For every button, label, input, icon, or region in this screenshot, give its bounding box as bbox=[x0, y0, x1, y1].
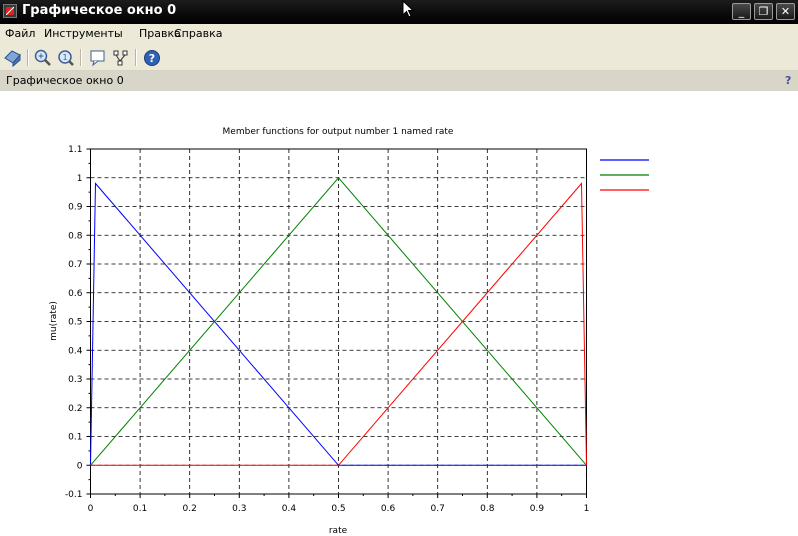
y-tick-label: 0.6 bbox=[68, 289, 83, 299]
mouse-cursor-icon bbox=[402, 0, 415, 18]
menu-tools[interactable]: Инструменты bbox=[44, 27, 123, 40]
rotate-icon[interactable] bbox=[3, 48, 23, 68]
zoom-out-icon[interactable]: 1 bbox=[56, 48, 76, 68]
svg-text:1: 1 bbox=[62, 53, 67, 62]
x-tick-label: 0.1 bbox=[133, 504, 147, 514]
y-tick-label: 0.8 bbox=[68, 231, 83, 241]
x-tick-label: 0.9 bbox=[530, 504, 545, 514]
menu-file[interactable]: Файл bbox=[5, 27, 35, 40]
y-tick-label: -0.1 bbox=[65, 490, 83, 500]
edit-axes-icon[interactable] bbox=[111, 48, 131, 68]
plot-canvas[interactable]: -0.1 0 0.1 0.2 0.3 0.4 0.5 0.6 0.7 0.8 0.9 1 1.1 0 0.1… bbox=[0, 92, 798, 536]
x-axis-label: rate bbox=[329, 526, 348, 536]
window-title: Графическое окно 0 bbox=[22, 3, 177, 18]
y-tick-label: 0.9 bbox=[68, 203, 83, 213]
y-tick-label: 0 bbox=[77, 461, 83, 471]
x-tick-label: 0.8 bbox=[480, 504, 495, 514]
close-button[interactable]: ✕ bbox=[776, 3, 795, 20]
y-tick-label: 0.7 bbox=[68, 260, 82, 270]
restore-button[interactable]: ❐ bbox=[754, 3, 773, 20]
toolbar-separator bbox=[27, 49, 29, 66]
menu-help[interactable]: Справка bbox=[174, 27, 222, 40]
y-tick-label: 1 bbox=[77, 174, 83, 184]
x-tick-label: 0.2 bbox=[183, 504, 197, 514]
y-tick-label: 0.1 bbox=[68, 433, 82, 443]
datatip-icon[interactable] bbox=[88, 48, 108, 68]
help-icon[interactable]: ? bbox=[142, 48, 162, 68]
window-titlebar[interactable]: Графическое окно 0 _ ❐ ✕ bbox=[0, 0, 798, 24]
x-tick-label: 0 bbox=[88, 504, 94, 514]
scilab-app-icon bbox=[3, 4, 17, 18]
chart-title: Member functions for output number 1 nam… bbox=[223, 127, 454, 137]
zoom-in-icon[interactable] bbox=[33, 48, 53, 68]
status-text: Графическое окно 0 bbox=[6, 74, 124, 87]
y-tick-label: 0.4 bbox=[68, 346, 83, 356]
y-tick-label: 1.1 bbox=[68, 145, 82, 155]
y-tick-label: 0.5 bbox=[68, 318, 82, 328]
svg-text:?: ? bbox=[149, 52, 155, 65]
y-axis-label: mu(rate) bbox=[49, 301, 59, 341]
minimize-button[interactable]: _ bbox=[732, 3, 751, 20]
x-tick-label: 0.5 bbox=[331, 504, 345, 514]
x-tick-label: 0.4 bbox=[282, 504, 297, 514]
x-tick-label: 0.6 bbox=[381, 504, 396, 514]
y-tick-label: 0.3 bbox=[68, 375, 82, 385]
y-tick-label: 0.2 bbox=[68, 404, 82, 414]
toolbar-separator bbox=[80, 49, 82, 66]
x-tick-label: 0.3 bbox=[232, 504, 246, 514]
toolbar-separator bbox=[135, 49, 137, 66]
x-tick-label: 0.7 bbox=[431, 504, 445, 514]
x-tick-label: 1 bbox=[584, 504, 590, 514]
help-question-icon[interactable]: ? bbox=[785, 74, 791, 87]
